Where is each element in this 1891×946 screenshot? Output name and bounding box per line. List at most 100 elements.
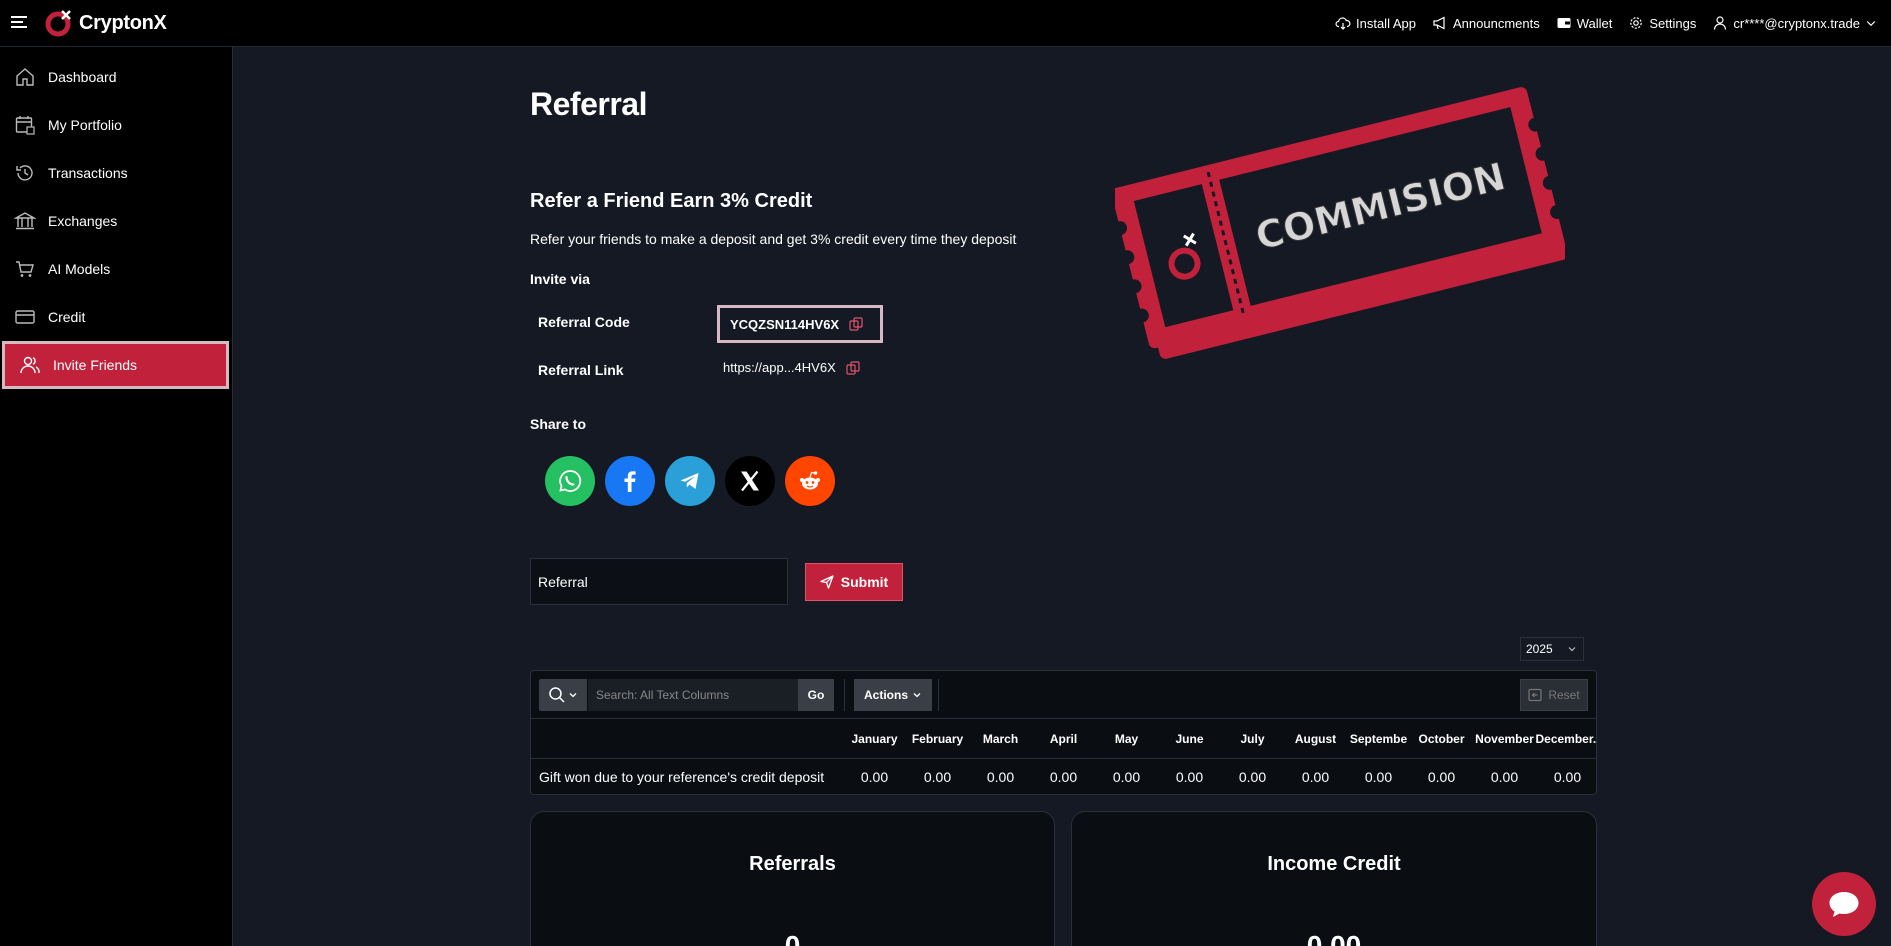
users-icon	[20, 356, 40, 374]
column-header[interactable]: February	[906, 719, 969, 759]
sidebar-item-transactions[interactable]: Transactions	[0, 149, 230, 197]
reset-label: Reset	[1548, 688, 1580, 702]
sidebar-item-label: My Portfolio	[48, 117, 122, 133]
share-facebook-button[interactable]	[605, 456, 655, 506]
table-cell: 0.00	[1175, 769, 1204, 785]
sidebar-item-ai-models[interactable]: AI Models	[0, 245, 230, 293]
table-cell: 0.00	[1238, 769, 1267, 785]
sidebar-item-label: Invite Friends	[53, 357, 138, 373]
brand-logo[interactable]: CryptonX	[45, 9, 167, 37]
search-icon	[549, 687, 565, 703]
invite-via-label: Invite via	[530, 271, 590, 287]
install-app-link[interactable]: Install App	[1335, 15, 1416, 31]
row-title: Gift won due to your reference's credit …	[539, 769, 825, 785]
column-header[interactable]: Septembe	[1347, 719, 1410, 759]
referral-link-box[interactable]: https://app...4HV6X	[723, 360, 860, 375]
chat-button[interactable]	[1812, 872, 1876, 936]
brand-name: CryptonX	[79, 11, 167, 34]
home-icon	[16, 68, 34, 86]
table-cell: 0.00	[1553, 769, 1582, 785]
settings-link[interactable]: Settings	[1628, 15, 1696, 31]
income-credit-card-value: 0.00	[1306, 930, 1362, 946]
sidebar-item-credit[interactable]: Credit	[0, 293, 230, 341]
column-header[interactable]: April	[1032, 719, 1095, 759]
referral-link-label: Referral Link	[538, 362, 624, 378]
chevron-down-icon	[1866, 21, 1876, 27]
header-nav: Install App Announcments Wallet Settings…	[1335, 0, 1877, 46]
announcements-link[interactable]: Announcments	[1432, 15, 1540, 31]
referral-link-value: https://app...4HV6X	[723, 360, 836, 375]
table-cell: 0.00	[1301, 769, 1330, 785]
column-header[interactable]: August	[1284, 719, 1347, 759]
actions-menu-button[interactable]: Actions	[854, 679, 932, 711]
page-title: Referral	[530, 86, 647, 122]
share-telegram-button[interactable]	[665, 456, 715, 506]
copy-icon[interactable]	[846, 360, 860, 375]
income-credit-card: Income Credit 0.00	[1071, 811, 1597, 946]
year-select[interactable]: 2025	[1520, 637, 1584, 661]
sidebar-item-invite-friends[interactable]: Invite Friends	[2, 341, 229, 389]
search-column-button[interactable]	[539, 679, 587, 711]
column-header[interactable]: November	[1473, 719, 1536, 759]
reset-button[interactable]: Reset	[1520, 679, 1588, 711]
history-icon	[16, 165, 33, 181]
referral-input[interactable]	[530, 558, 788, 605]
column-header[interactable]: January	[843, 719, 906, 759]
whatsapp-icon	[559, 470, 582, 492]
column-header[interactable]: December..	[1536, 719, 1596, 759]
actions-label: Actions	[863, 688, 908, 702]
sidebar: Dashboard My Portfolio Transactions Exch…	[0, 47, 233, 946]
referral-code-value: YCQZSN114HV6X	[730, 316, 840, 332]
x-icon	[741, 470, 759, 492]
report-search-input[interactable]	[588, 679, 798, 711]
column-header[interactable]: October	[1410, 719, 1473, 759]
column-header[interactable]: June	[1158, 719, 1221, 759]
table-cell: 0.00	[1049, 769, 1078, 785]
referral-heading: Refer a Friend Earn 3% Credit	[530, 190, 813, 212]
sidebar-item-portfolio[interactable]: My Portfolio	[0, 101, 230, 149]
chevron-down-icon	[569, 693, 577, 698]
sidebar-item-label: Credit	[48, 309, 86, 325]
cryptonx-logo-icon	[45, 10, 71, 37]
sidebar-item-dashboard[interactable]: Dashboard	[0, 53, 230, 101]
send-icon	[820, 575, 834, 589]
submit-button[interactable]: Submit	[805, 563, 903, 601]
referrals-card-value: 0	[784, 930, 801, 946]
report-header-row: January February March April May June Ju…	[531, 719, 1596, 759]
wallet-icon	[1557, 18, 1571, 28]
share-whatsapp-button[interactable]	[545, 456, 595, 506]
user-menu[interactable]: cr****@cryptonx.trade	[1712, 15, 1877, 31]
referrals-card-title: Referrals	[749, 853, 836, 875]
wallet-link[interactable]: Wallet	[1556, 15, 1613, 31]
top-bar: CryptonX Install App Announcments Wallet…	[0, 0, 1891, 47]
go-button[interactable]: Go	[798, 679, 834, 711]
year-value: 2025	[1526, 642, 1553, 656]
table-cell: 0.00	[1364, 769, 1393, 785]
menu-icon[interactable]	[11, 16, 27, 30]
wallet-label: Wallet	[1576, 15, 1613, 31]
user-email: cr****@cryptonx.trade	[1733, 15, 1860, 31]
commission-ticket-illustration: COMMISION	[1115, 87, 1565, 359]
share-reddit-button[interactable]	[785, 456, 835, 506]
install-app-label: Install App	[1356, 15, 1416, 31]
table-cell: 0.00	[860, 769, 889, 785]
copy-icon[interactable]	[849, 317, 863, 331]
submit-label: Submit	[840, 574, 889, 590]
credit-report: Go Actions Reset January February March …	[530, 670, 1597, 795]
referral-description: Refer your friends to make a deposit and…	[530, 231, 1017, 247]
user-icon	[1714, 16, 1727, 30]
column-header[interactable]: May	[1095, 719, 1158, 759]
sidebar-item-exchanges[interactable]: Exchanges	[0, 197, 230, 245]
referral-code-box[interactable]: YCQZSN114HV6X	[717, 305, 883, 343]
sidebar-item-label: Dashboard	[48, 69, 117, 85]
table-cell: 0.00	[1427, 769, 1456, 785]
bank-icon	[14, 212, 36, 230]
portfolio-icon	[15, 116, 35, 135]
telegram-icon	[680, 473, 699, 489]
column-header[interactable]: March	[969, 719, 1032, 759]
reddit-icon	[800, 471, 820, 490]
column-header[interactable]: July	[1221, 719, 1284, 759]
toolbar-divider	[844, 679, 845, 711]
sidebar-item-label: Transactions	[48, 165, 128, 181]
share-x-button[interactable]	[725, 456, 775, 506]
